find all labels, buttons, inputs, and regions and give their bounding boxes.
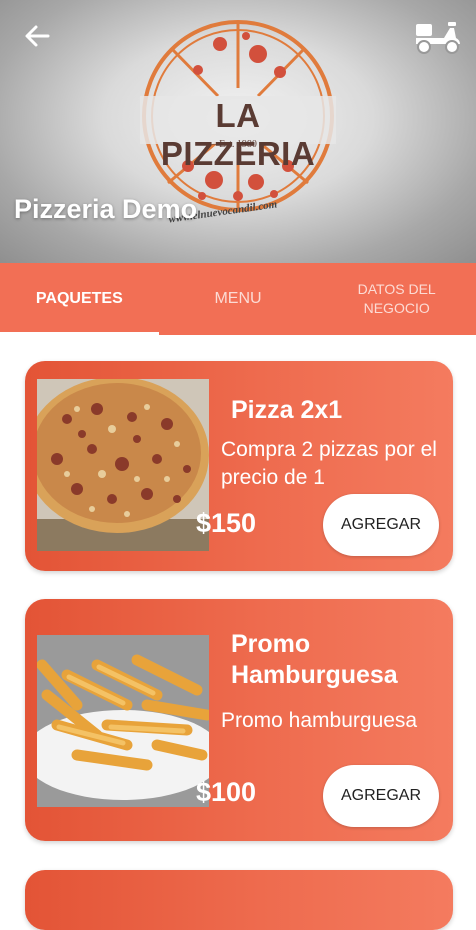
tab-paquetes[interactable]: PAQUETES: [0, 263, 159, 335]
fries-image: [37, 635, 209, 807]
motorcycle-icon: [416, 22, 460, 54]
tab-datos-negocio-label: DATOS DEL NEGOCIO: [357, 281, 436, 316]
packages-list: Pizza 2x1 Compra 2 pizzas por el precio …: [0, 335, 476, 930]
logo-est: — Est. 1980 —: [206, 139, 270, 150]
package-price: $100: [196, 777, 257, 807]
store-header: LA PIZZERIA — Est. 1980 — www.elnuevocan…: [0, 0, 476, 263]
tab-datos-negocio[interactable]: DATOS DEL NEGOCIO: [317, 263, 476, 335]
tab-bar: PAQUETES MENU DATOS DEL NEGOCIO: [0, 263, 476, 335]
add-button[interactable]: AGREGAR: [323, 765, 439, 827]
package-description: Promo hamburguesa: [221, 709, 418, 732]
back-button[interactable]: [18, 18, 58, 54]
tab-menu[interactable]: MENU: [159, 263, 318, 335]
package-card[interactable]: [25, 870, 453, 930]
arrow-left-icon: [25, 25, 50, 47]
package-description: Compra 2 pizzas por el precio de 1: [221, 438, 437, 489]
package-card[interactable]: Pizza 2x1 Compra 2 pizzas por el precio …: [25, 361, 453, 571]
delivery-button[interactable]: [410, 14, 464, 56]
store-name: Pizzeria Demo: [14, 194, 198, 224]
add-button[interactable]: AGREGAR: [323, 494, 439, 556]
package-price: $150: [196, 508, 257, 538]
package-title: Promo Hamburguesa: [231, 630, 398, 689]
package-title: Pizza 2x1: [231, 396, 343, 424]
pizza-image: [37, 379, 209, 551]
logo-title: LA PIZZERIA: [160, 97, 316, 172]
package-card[interactable]: Promo Hamburguesa Promo hamburguesa $100…: [25, 599, 453, 841]
